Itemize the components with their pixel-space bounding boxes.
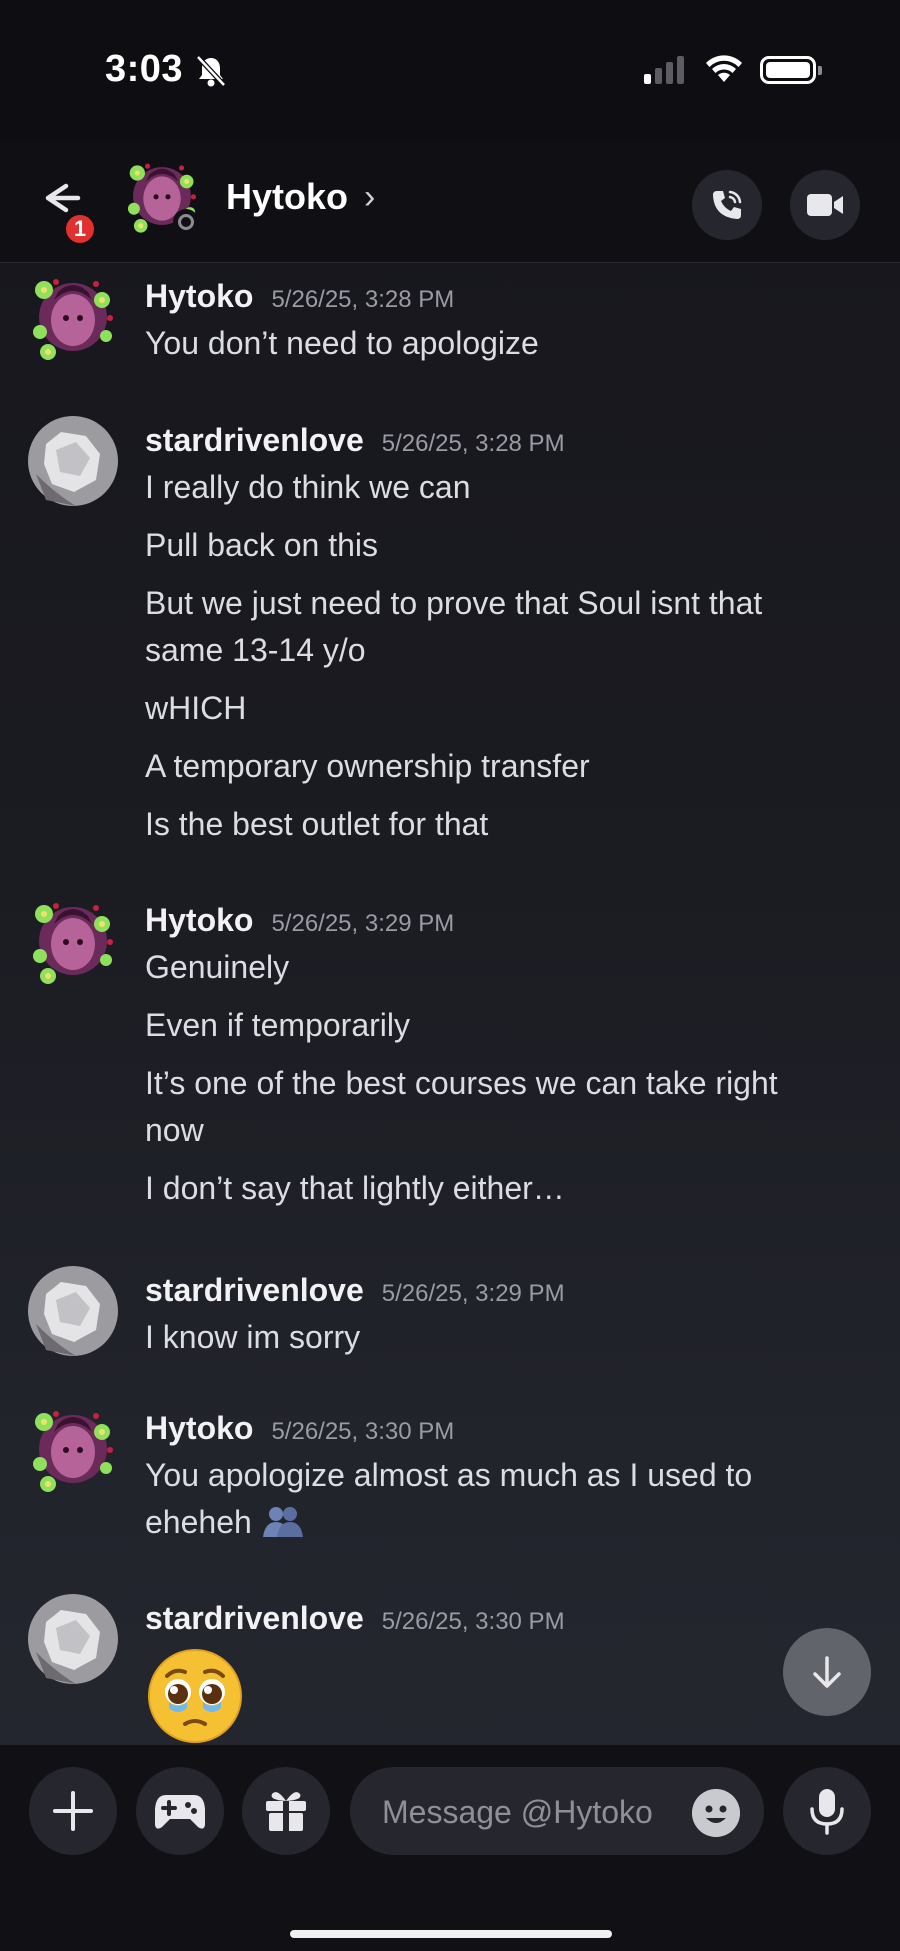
avatar[interactable]: [26, 1402, 120, 1496]
author-name[interactable]: Hytoko: [145, 1410, 253, 1446]
message-input[interactable]: [380, 1767, 684, 1857]
message-list[interactable]: Hytoko 5/26/25, 3:28 PM You don’t need to…: [0, 262, 900, 1744]
voice-call-button[interactable]: [692, 170, 762, 240]
avatar[interactable]: [26, 894, 120, 988]
message-text: I don’t say that lightly either…: [145, 1170, 565, 1206]
message-header: stardrivenlove 5/26/25, 3:30 PM: [145, 1600, 565, 1637]
message-text: Pull back on this: [145, 527, 379, 563]
message-text: It’s one of the best courses we can take…: [145, 1065, 778, 1148]
message-input-container[interactable]: [350, 1767, 764, 1857]
hugging-people-emoji: [262, 1507, 303, 1537]
cellular-signal-icon: [644, 56, 684, 84]
message-header: stardrivenlove 5/26/25, 3:28 PM: [145, 422, 565, 459]
arrow-down-icon: [813, 1656, 841, 1688]
activities-button[interactable]: [136, 1767, 224, 1855]
timestamp: 5/26/25, 3:30 PM: [381, 1608, 565, 1635]
contact-name[interactable]: Hytoko: [226, 176, 348, 218]
chat-header: 1 Hytoko ›: [0, 140, 900, 263]
message-text-content: You apologize almost as much as I used t…: [145, 1457, 753, 1540]
voice-message-button[interactable]: [783, 1767, 871, 1855]
pleading-face-emoji: [148, 1649, 242, 1743]
author-name[interactable]: stardrivenlove: [145, 1600, 364, 1636]
message-composer: [0, 1744, 900, 1951]
timestamp: 5/26/25, 3:28 PM: [271, 286, 455, 313]
message-text: A temporary ownership transfer: [145, 748, 590, 784]
chevron-right-icon[interactable]: ›: [364, 178, 375, 217]
avatar[interactable]: [26, 414, 120, 508]
author-name[interactable]: stardrivenlove: [145, 422, 364, 458]
author-name[interactable]: Hytoko: [145, 902, 253, 938]
dm-screen: 3:03 1 Hytoko › Hytoko 5/26/25, 3:28 PM …: [0, 0, 900, 1951]
gift-button[interactable]: [242, 1767, 330, 1855]
author-name[interactable]: Hytoko: [145, 278, 253, 314]
message-text: Is the best outlet for that: [145, 806, 489, 842]
timestamp: 5/26/25, 3:30 PM: [271, 1418, 455, 1445]
bell-off-icon: [196, 55, 226, 87]
gamepad-icon: [155, 1795, 205, 1829]
message-text: I really do think we can: [145, 469, 471, 505]
avatar[interactable]: [26, 1592, 120, 1686]
message-header: Hytoko 5/26/25, 3:29 PM: [145, 902, 454, 939]
message-header: Hytoko 5/26/25, 3:28 PM: [145, 278, 454, 315]
message-text: You don’t need to apologize: [145, 325, 539, 361]
microphone-icon: [810, 1789, 844, 1835]
message-header: stardrivenlove 5/26/25, 3:29 PM: [145, 1272, 565, 1309]
author-name[interactable]: stardrivenlove: [145, 1272, 364, 1308]
message-text: Genuinely: [145, 949, 290, 985]
message-text: I know im sorry: [145, 1319, 361, 1355]
offline-status-icon: [173, 209, 199, 235]
message-text: Even if temporarily: [145, 1007, 410, 1043]
emoji-icon[interactable]: [692, 1789, 740, 1837]
video-camera-icon: [807, 194, 843, 216]
jump-to-latest-button[interactable]: [783, 1628, 871, 1716]
phone-call-icon: [713, 190, 742, 219]
timestamp: 5/26/25, 3:28 PM: [381, 430, 565, 457]
battery-icon: [760, 56, 822, 84]
attach-button[interactable]: [29, 1767, 117, 1855]
wifi-icon: [706, 55, 742, 82]
timestamp: 5/26/25, 3:29 PM: [271, 910, 455, 937]
gift-icon: [266, 1792, 306, 1831]
home-indicator[interactable]: [290, 1930, 612, 1938]
status-bar: 3:03: [0, 0, 900, 140]
video-call-button[interactable]: [790, 170, 860, 240]
plus-icon: [53, 1791, 93, 1831]
unread-badge: 1: [63, 212, 97, 246]
avatar[interactable]: [26, 1264, 120, 1358]
message-text: You apologize almost as much as I used t…: [145, 1452, 795, 1546]
status-time: 3:03: [105, 48, 184, 90]
message-text: But we just need to prove that Soul isnt…: [145, 585, 763, 668]
message-text: wHICH: [145, 690, 247, 726]
avatar[interactable]: [26, 270, 120, 364]
message-header: Hytoko 5/26/25, 3:30 PM: [145, 1410, 454, 1447]
timestamp: 5/26/25, 3:29 PM: [381, 1280, 565, 1307]
